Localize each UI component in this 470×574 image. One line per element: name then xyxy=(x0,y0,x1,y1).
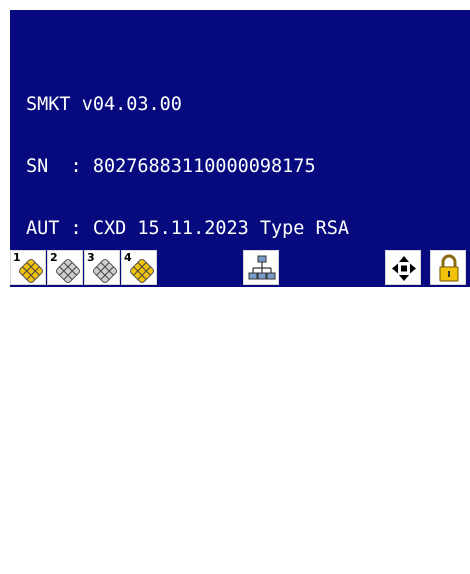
bottom-toolbar: 1 2 3 4 xyxy=(10,250,470,287)
terminal-line-rps: RPS : CXD 15.12.2023 Type EC xyxy=(26,341,338,363)
terminal-line-prompt: weiter mit 'OK' xyxy=(26,526,194,548)
network-button[interactable] xyxy=(243,250,279,285)
terminal-line-serial: SN : 80276883110000098175 xyxy=(26,155,316,177)
card-slot-1-number: 1 xyxy=(13,251,21,264)
network-icon xyxy=(248,255,276,280)
card-slot-3-button[interactable]: 3 xyxy=(84,250,120,285)
lock-icon xyxy=(439,254,459,282)
card-slot-4-button[interactable]: 4 xyxy=(121,250,157,285)
card-slot-2-number: 2 xyxy=(50,251,58,264)
card-slot-4-number: 4 xyxy=(124,251,132,264)
lock-button[interactable] xyxy=(430,250,466,285)
card-slot-1-button[interactable]: 1 xyxy=(10,250,46,285)
terminal-output: SMKT v04.03.00 SN : 80276883110000098175… xyxy=(26,54,349,574)
navigation-button[interactable] xyxy=(385,250,421,285)
card-slot-3-number: 3 xyxy=(87,251,95,264)
terminal-line-atr: ATR : 3b d0 97 ff 81 b1 fe 45 xyxy=(26,403,350,425)
navigation-arrows-icon xyxy=(392,256,416,281)
terminal-line-aut: AUT : CXD 15.11.2023 Type RSA xyxy=(26,217,350,239)
card-slot-2-button[interactable]: 2 xyxy=(47,250,83,285)
terminal-line-atr-cont: 1f c7 eb xyxy=(26,464,182,486)
terminal-line-version: SMKT v04.03.00 xyxy=(26,94,182,116)
terminal-screen: SMKT v04.03.00 SN : 80276883110000098175… xyxy=(10,10,470,547)
